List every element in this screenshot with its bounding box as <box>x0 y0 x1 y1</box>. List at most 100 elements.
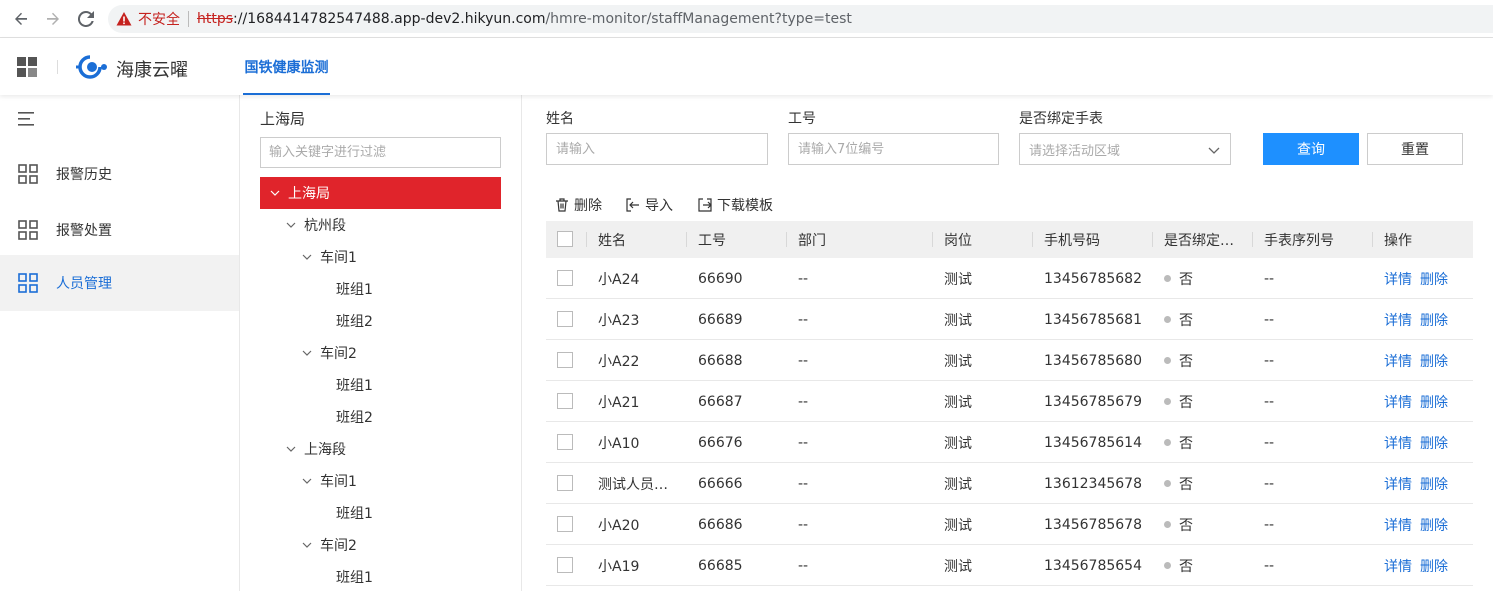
reset-button[interactable]: 重置 <box>1367 133 1463 165</box>
chevron-down-icon[interactable] <box>302 348 312 358</box>
tree-node[interactable]: 班组2 <box>318 305 373 337</box>
bound-filter-select[interactable]: 请选择活动区域 <box>1019 133 1231 165</box>
address-bar[interactable]: 不安全 https://1684414782547488.app-dev2.hi… <box>108 5 1493 33</box>
cell-id: 66676 <box>698 434 743 451</box>
chevron-down-icon[interactable] <box>302 252 312 262</box>
cell-id: 66690 <box>698 270 743 287</box>
tree-title: 上海局 <box>260 110 306 128</box>
tree-filter-input[interactable] <box>260 137 501 168</box>
tree-node[interactable]: 班组1 <box>318 273 373 305</box>
sidebar-item-3[interactable]: 人员管理 <box>0 255 239 311</box>
app-grid-icon[interactable] <box>17 57 37 77</box>
cell-name: 小A20 <box>598 517 640 534</box>
table-row: 小A10 66676 -- 测试 13456785614 否 -- 详情 删除 <box>546 422 1473 463</box>
chevron-down-icon[interactable] <box>270 188 280 198</box>
tree-node-label: 杭州段 <box>304 218 346 234</box>
forward-arrow-icon[interactable] <box>37 3 69 35</box>
detail-link[interactable]: 详情 <box>1384 269 1412 289</box>
staff-table: 姓名 工号 部门 岗位 手机号码 是否绑定… 手表序列号 操作 小A24 66690 -- 测试 13… <box>546 221 1473 586</box>
cell-name: 测试人员… <box>598 476 668 493</box>
batch-delete-button[interactable]: 删除 <box>555 195 602 215</box>
select-all-checkbox[interactable] <box>557 231 573 247</box>
detail-link[interactable]: 详情 <box>1384 433 1412 453</box>
column-header: 手机号码 <box>1044 232 1100 249</box>
status-dot <box>1164 275 1171 282</box>
delete-link[interactable]: 删除 <box>1420 556 1448 576</box>
cell-id: 66689 <box>698 311 743 328</box>
delete-link[interactable]: 删除 <box>1420 269 1448 289</box>
tree-node[interactable]: 班组1 <box>318 497 373 529</box>
header-divider <box>57 60 58 74</box>
menu-toggle-icon[interactable] <box>18 112 34 126</box>
row-checkbox[interactable] <box>557 434 573 450</box>
url-path: /hmre-monitor/staffManagement?type=test <box>545 11 852 27</box>
row-checkbox[interactable] <box>557 516 573 532</box>
row-checkbox[interactable] <box>557 311 573 327</box>
grid-icon <box>18 220 38 240</box>
warning-icon <box>116 12 132 26</box>
download-template-button[interactable]: 下载模板 <box>698 195 773 215</box>
detail-link[interactable]: 详情 <box>1384 392 1412 412</box>
cell-phone: 13456785682 <box>1044 270 1142 287</box>
query-button[interactable]: 查询 <box>1263 133 1359 165</box>
batch-delete-label: 删除 <box>574 198 602 214</box>
table-row: 小A24 66690 -- 测试 13456785682 否 -- 详情 删除 <box>546 258 1473 299</box>
cell-actions: 详情 删除 <box>1384 340 1448 381</box>
import-button[interactable]: 导入 <box>626 195 673 215</box>
detail-link[interactable]: 详情 <box>1384 556 1412 576</box>
chevron-down-icon[interactable] <box>286 220 296 230</box>
sidebar-item-2[interactable]: 报警处置 <box>0 202 239 258</box>
delete-link[interactable]: 删除 <box>1420 351 1448 371</box>
tree-node[interactable]: 杭州段 <box>286 209 346 241</box>
name-filter-input[interactable] <box>546 133 768 165</box>
delete-link[interactable]: 删除 <box>1420 515 1448 535</box>
tree-node[interactable]: 上海段 <box>286 433 346 465</box>
delete-link[interactable]: 删除 <box>1420 392 1448 412</box>
cell-phone: 13456785679 <box>1044 393 1142 410</box>
cell-serial: -- <box>1264 475 1275 492</box>
import-icon <box>626 198 639 212</box>
status-dot <box>1164 398 1171 405</box>
tree-node-label: 班组2 <box>336 314 373 330</box>
table-row: 小A21 66687 -- 测试 13456785679 否 -- 详情 删除 <box>546 381 1473 422</box>
tree-node[interactable]: 班组2 <box>318 401 373 433</box>
reload-icon[interactable] <box>70 3 102 35</box>
id-filter-input[interactable] <box>788 133 999 165</box>
row-checkbox[interactable] <box>557 393 573 409</box>
detail-link[interactable]: 详情 <box>1384 474 1412 494</box>
cell-phone: 13612345678 <box>1044 475 1142 492</box>
delete-link[interactable]: 删除 <box>1420 310 1448 330</box>
chevron-down-icon <box>1208 147 1220 154</box>
tree-node[interactable]: 车间2 <box>302 337 357 369</box>
detail-link[interactable]: 详情 <box>1384 351 1412 371</box>
delete-link[interactable]: 删除 <box>1420 474 1448 494</box>
tree-node[interactable]: 车间2 <box>302 529 357 561</box>
tree-node[interactable]: 车间1 <box>302 465 357 497</box>
bound-filter-label: 是否绑定手表 <box>1019 111 1103 127</box>
detail-link[interactable]: 详情 <box>1384 515 1412 535</box>
header-separator <box>1252 232 1253 247</box>
row-checkbox[interactable] <box>557 475 573 491</box>
row-checkbox[interactable] <box>557 270 573 286</box>
sidebar-item-1[interactable]: 报警历史 <box>0 146 239 202</box>
cell-post: 测试 <box>944 435 972 452</box>
tab-health-monitoring[interactable]: 国铁健康监测 <box>243 38 330 95</box>
tree-node-label: 车间2 <box>320 538 357 554</box>
tree-node[interactable]: 班组1 <box>318 561 373 591</box>
row-checkbox[interactable] <box>557 352 573 368</box>
chevron-down-icon[interactable] <box>302 476 312 486</box>
cell-name: 小A21 <box>598 394 640 411</box>
cell-id: 66686 <box>698 516 743 533</box>
delete-link[interactable]: 删除 <box>1420 433 1448 453</box>
url-protocol: https <box>197 11 234 27</box>
tree-node[interactable]: 车间1 <box>302 241 357 273</box>
cell-bound: 否 <box>1164 258 1193 299</box>
tree-node[interactable]: 上海局 <box>260 177 501 209</box>
tree-node[interactable]: 班组1 <box>318 369 373 401</box>
chevron-down-icon[interactable] <box>286 444 296 454</box>
back-arrow-icon[interactable] <box>5 3 37 35</box>
row-checkbox[interactable] <box>557 557 573 573</box>
cell-serial: -- <box>1264 393 1275 410</box>
detail-link[interactable]: 详情 <box>1384 310 1412 330</box>
chevron-down-icon[interactable] <box>302 540 312 550</box>
